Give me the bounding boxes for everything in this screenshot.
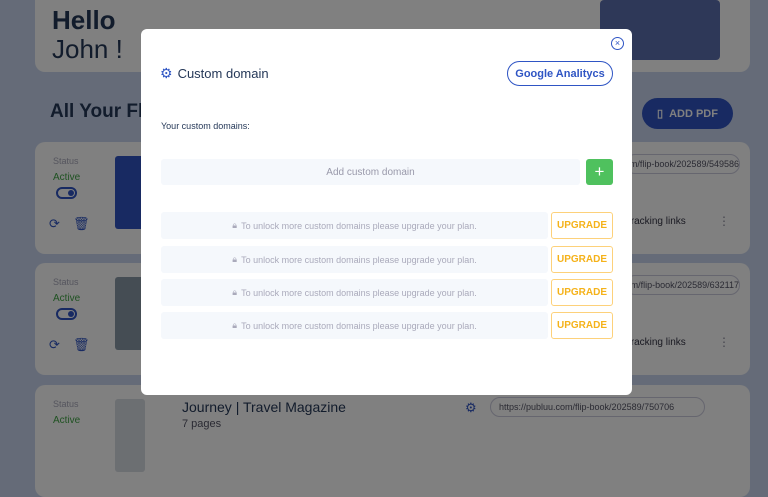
upgrade-button[interactable]: UPGRADE (551, 212, 613, 239)
locked-text: To unlock more custom domains please upg… (241, 220, 477, 231)
status-value: Active (53, 172, 81, 183)
locked-domain-row: 🔒︎ To unlock more custom domains please u… (161, 312, 613, 339)
flipbook-url[interactable]: https://publuu.com/flip-book/202589/6321… (625, 275, 740, 295)
status-value: Active (53, 293, 81, 304)
add-pdf-label: ADD PDF (669, 107, 718, 120)
lock-icon: 🔒︎ (232, 254, 238, 264)
flipbook-title[interactable]: Journey | Travel Magazine (182, 399, 346, 415)
gear-icon: ⚙ (160, 65, 173, 81)
locked-domain-row: 🔒︎ To unlock more custom domains please u… (161, 212, 613, 239)
locked-text: To unlock more custom domains please upg… (241, 287, 477, 298)
flipbook-card: Status Active Journey | Travel Magazine … (35, 385, 750, 497)
custom-domain-input[interactable] (161, 159, 580, 185)
refresh-icon[interactable]: ⟳ (49, 337, 60, 353)
locked-domain-row: 🔒︎ To unlock more custom domains please u… (161, 279, 613, 306)
tracking-links[interactable]: Tracking links (625, 337, 686, 348)
user-name: John ! (52, 34, 123, 64)
pdf-icon: ▯ (657, 108, 664, 120)
custom-domain-modal: × ⚙ Custom domain Google Analitycs Your … (141, 29, 632, 395)
status-value: Active (53, 415, 81, 426)
upgrade-button[interactable]: UPGRADE (551, 279, 613, 306)
trash-icon[interactable]: 🗑 (73, 216, 90, 232)
tracking-links[interactable]: Tracking links (625, 216, 686, 227)
upgrade-button[interactable]: UPGRADE (551, 312, 613, 339)
status-toggle[interactable] (56, 187, 77, 199)
locked-text: To unlock more custom domains please upg… (241, 320, 477, 331)
lock-icon: 🔒︎ (232, 287, 238, 297)
greeting: Hello (52, 5, 116, 35)
lock-icon: 🔒︎ (232, 320, 238, 330)
add-pdf-button[interactable]: ▯ ADD PDF (642, 98, 733, 129)
more-icon[interactable]: ⋮ (718, 335, 730, 349)
flipbook-url[interactable]: https://publuu.com/flip-book/202589/5495… (625, 154, 740, 174)
google-analytics-button[interactable]: Google Analitycs (507, 61, 613, 86)
status-label: Status (53, 277, 79, 287)
page-count: 7 pages (182, 418, 222, 430)
upgrade-button[interactable]: UPGRADE (551, 246, 613, 273)
locked-domain-row: 🔒︎ To unlock more custom domains please u… (161, 246, 613, 273)
status-label: Status (53, 399, 79, 409)
flipbook-thumbnail[interactable] (115, 399, 145, 472)
trash-icon[interactable]: 🗑 (73, 337, 90, 353)
add-domain-button[interactable]: + (586, 159, 613, 185)
modal-header: ⚙ Custom domain (160, 65, 269, 82)
more-icon[interactable]: ⋮ (718, 214, 730, 228)
locked-text: To unlock more custom domains please upg… (241, 254, 477, 265)
status-toggle[interactable] (56, 308, 77, 320)
close-icon[interactable]: × (611, 37, 624, 50)
flipbook-url[interactable]: https://publuu.com/flip-book/202589/7507… (490, 397, 705, 417)
modal-title: Custom domain (177, 66, 269, 81)
lock-icon: 🔒︎ (232, 220, 238, 230)
gear-icon[interactable]: ⚙ (465, 400, 477, 416)
domains-label: Your custom domains: (161, 121, 250, 131)
status-label: Status (53, 156, 79, 166)
refresh-icon[interactable]: ⟳ (49, 216, 60, 232)
